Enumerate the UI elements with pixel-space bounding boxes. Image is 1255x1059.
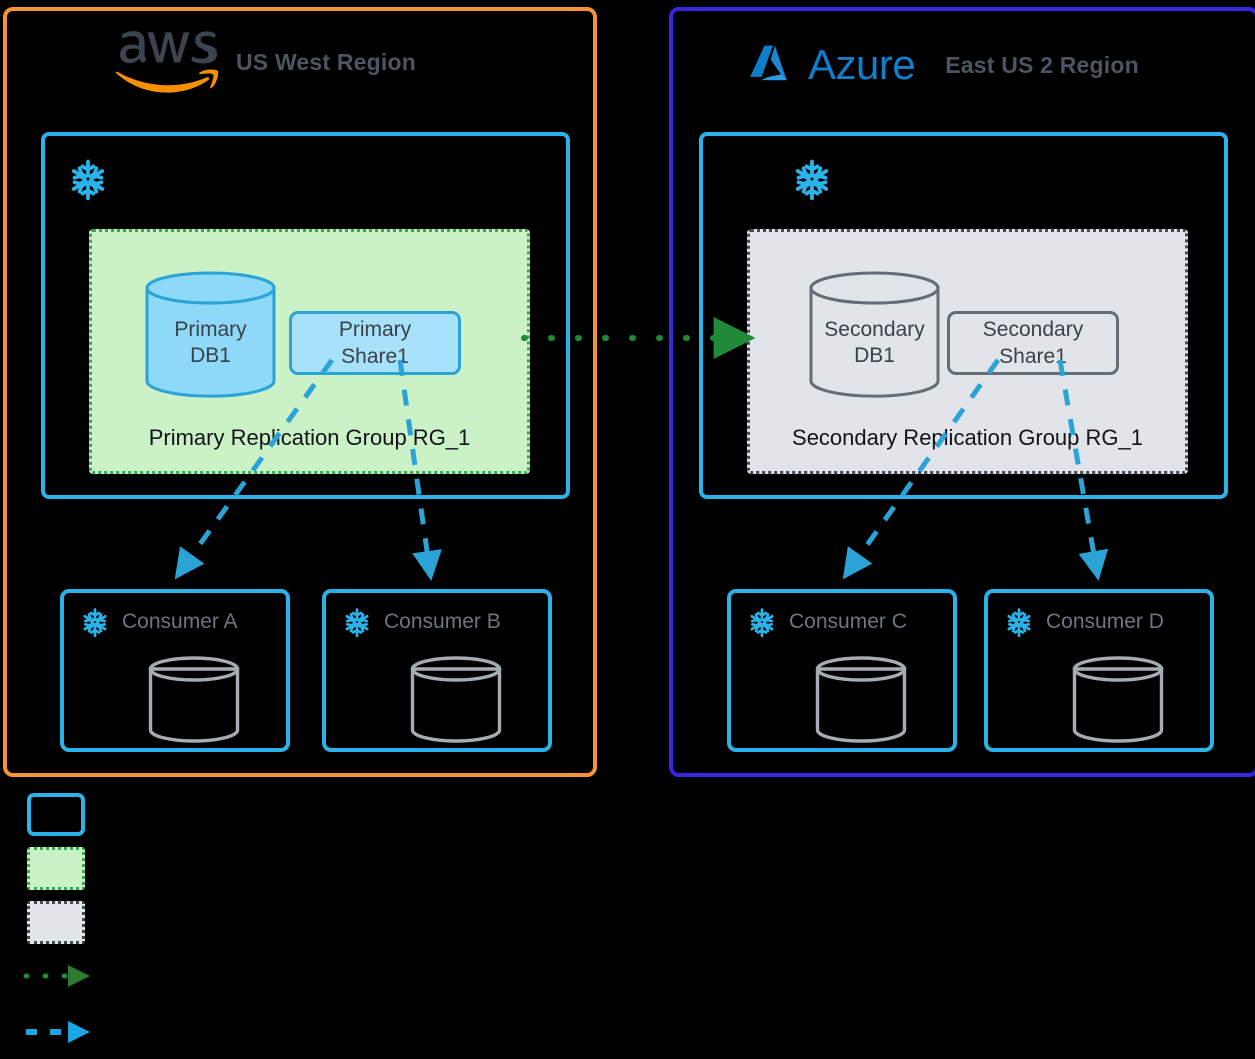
- snowflake-icon: [83, 608, 107, 637]
- legend-swatch-dashed-arrow: [26, 1021, 90, 1043]
- consumer-b-database-icon: [410, 656, 502, 743]
- snowflake-icon: [345, 608, 369, 637]
- share-primary-share1[interactable]: Primary Share1: [289, 311, 461, 375]
- replication-group-primary[interactable]: Primary DB1 Primary Share1 Primary Repli…: [89, 229, 530, 474]
- consumer-box-b[interactable]: Consumer B: [322, 589, 552, 752]
- replication-group-secondary-label: Secondary Replication Group RG_1: [792, 425, 1143, 450]
- region-header-azure: Azure East US 2 Region: [748, 41, 1139, 89]
- snowflake-account-box-aws[interactable]: Primary DB1 Primary Share1 Primary Repli…: [41, 132, 570, 499]
- consumer-box-d[interactable]: Consumer D: [984, 589, 1214, 752]
- snowflake-icon: [795, 159, 829, 200]
- consumer-a-database-icon: [148, 656, 240, 743]
- consumer-b-label: Consumer B: [384, 610, 501, 633]
- legend-swatch-account: [27, 793, 85, 836]
- legend-swatch-dotted-arrow: [23, 965, 90, 987]
- database-secondary-db1[interactable]: Secondary DB1: [808, 271, 941, 398]
- consumer-a-header: Consumer A: [80, 607, 238, 637]
- consumer-d-label: Consumer D: [1046, 610, 1164, 633]
- consumer-box-c[interactable]: Consumer C: [727, 589, 957, 752]
- snowflake-icon: [750, 608, 774, 637]
- consumer-box-a[interactable]: Consumer A: [60, 589, 290, 752]
- aws-logo-icon: [115, 31, 219, 93]
- azure-logo-icon: Azure: [748, 41, 916, 89]
- snowflake-icon: [1007, 608, 1031, 637]
- consumer-c-database-icon: [815, 656, 907, 743]
- share-secondary-share1-label-line2: Share1: [999, 345, 1067, 368]
- region-header-aws: US West Region: [112, 31, 416, 93]
- legend: [0, 780, 1255, 1059]
- replication-group-secondary[interactable]: Secondary DB1 Secondary Share1 Secondary…: [747, 229, 1188, 474]
- share-secondary-share1-label-line1: Secondary: [982, 318, 1084, 341]
- diagram-canvas: US West Region Primary DB1 Primary Share…: [0, 0, 1255, 1059]
- consumer-c-header: Consumer C: [747, 607, 907, 637]
- azure-wordmark: Azure: [808, 41, 916, 88]
- consumer-d-header: Consumer D: [1004, 607, 1164, 637]
- snowflake-account-box-azure[interactable]: Secondary DB1 Secondary Share1 Secondary…: [699, 132, 1228, 499]
- consumer-d-database-icon: [1072, 656, 1164, 743]
- legend-swatch-secondary-group: [27, 901, 85, 944]
- replication-group-primary-label: Primary Replication Group RG_1: [148, 425, 471, 450]
- region-label-azure: East US 2 Region: [945, 51, 1139, 78]
- snowflake-icon: [71, 159, 105, 200]
- database-primary-db1[interactable]: Primary DB1: [144, 271, 277, 398]
- region-container-aws[interactable]: US West Region Primary DB1 Primary Share…: [3, 7, 597, 777]
- legend-swatch-primary-group: [27, 847, 85, 890]
- region-label-aws: US West Region: [236, 48, 417, 75]
- consumer-c-label: Consumer C: [789, 610, 907, 633]
- consumer-a-label: Consumer A: [122, 610, 238, 633]
- region-container-azure[interactable]: Azure East US 2 Region Secondary DB1 Sec…: [669, 7, 1255, 777]
- share-secondary-share1[interactable]: Secondary Share1: [947, 311, 1119, 375]
- share-primary-share1-label-line2: Share1: [341, 345, 409, 368]
- consumer-b-header: Consumer B: [342, 607, 501, 637]
- share-primary-share1-label-line1: Primary: [338, 318, 412, 341]
